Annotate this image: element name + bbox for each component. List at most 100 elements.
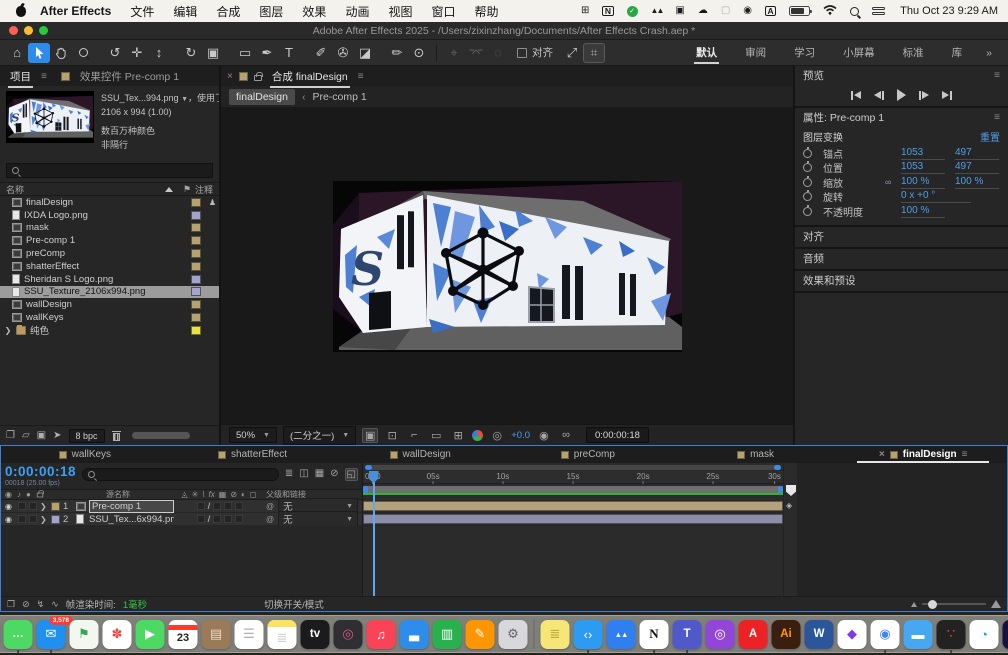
work-area-bar[interactable] [363,486,783,493]
menu-item[interactable]: 帮助 [474,3,498,20]
roto-brush-tool[interactable]: ✏ [386,43,408,63]
label-color-swatch[interactable] [191,249,201,258]
label-color-swatch[interactable] [191,275,201,284]
last-frame-button[interactable] [942,91,952,100]
zoom-in-icon[interactable] [991,600,1001,608]
fx-toggle[interactable] [213,502,221,510]
dolly-camera-tool[interactable]: ↕ [148,43,170,63]
chevron-down-icon[interactable]: ▼ [181,96,188,103]
zoom-slider-knob[interactable] [928,600,937,609]
first-frame-button[interactable] [851,91,861,100]
workspace-tab[interactable]: 审阅 [731,41,780,64]
menu-item[interactable]: 图层 [259,3,283,20]
layer-color-swatch[interactable] [51,502,60,511]
project-item-row[interactable]: ❯ wallKeys ♟ [0,311,219,324]
color-depth-button[interactable]: 8 bpc [69,429,105,443]
pickwhip-icon[interactable]: @ [266,515,274,524]
dock-app-icon[interactable]: A [739,620,768,649]
thumbnail-size-slider[interactable] [132,432,190,439]
label-color-swatch[interactable] [191,326,201,335]
timeline-tab[interactable]: × wallDesign ≡ [336,446,504,463]
wifi-icon[interactable] [823,4,837,18]
tab-project[interactable]: 项目 [6,66,35,87]
label-color-swatch[interactable] [191,236,201,245]
selection-tool[interactable] [28,43,50,63]
motion-blur-toggle[interactable] [224,515,232,523]
label-column-icon[interactable]: ⚑ [183,184,191,195]
dock-app-icon[interactable]: ▥ [433,620,462,649]
preview-title[interactable]: 预览 [803,68,824,83]
graph-icon[interactable]: ∿ [51,599,59,610]
layer-bar-row[interactable] [363,500,783,513]
project-item-row[interactable]: ❯ Pre-comp 1 ♟ [0,234,219,247]
breadcrumb-current[interactable]: finalDesign [229,89,295,105]
expander-icon[interactable]: ❯ [40,502,48,511]
pen-tool[interactable]: ✒ [256,43,278,63]
frame-blending-icon[interactable]: ⊘ [330,468,338,481]
menu-item[interactable]: 视图 [388,3,412,20]
property-value-y[interactable]: 100 % [955,176,999,189]
delete-icon[interactable] [112,431,121,441]
property-value-y[interactable]: 497 [955,161,999,174]
label-color-swatch[interactable] [191,287,201,296]
frame-blending-master-icon[interactable]: ❐ [7,599,15,610]
mountains-icon[interactable]: ▲▲ [651,7,663,15]
record-icon[interactable]: ◉ [743,6,752,16]
layer-bar-row[interactable] [363,513,783,526]
input-source-icon[interactable]: A [765,6,776,17]
zoom-slider[interactable] [922,603,986,605]
panel-lock-icon[interactable] [254,75,262,81]
timeline-tab[interactable]: × finalDesign ≡ [839,446,1007,463]
home-tool[interactable]: ⌂ [6,43,28,63]
project-item-row[interactable]: ❯ mask ♟ [0,222,219,235]
collapsed-panel-header[interactable]: 对齐 [795,227,1008,247]
eye-icon[interactable]: ◉ [5,502,15,511]
workspace-tab[interactable]: 默认 [682,41,731,64]
dock-app-icon[interactable]: … [4,620,33,649]
tab-effect-controls[interactable]: 效果控件 Pre-comp 1 [76,66,183,87]
window-manager-icon[interactable]: ⊞ [581,6,589,16]
view-layout-icon[interactable]: ⊞ [450,429,466,442]
lock-column-icon[interactable] [37,493,43,498]
layer-duration-bar[interactable] [363,501,783,511]
comp-viewport[interactable]: S [221,108,793,424]
stopwatch-icon[interactable] [803,178,812,187]
dock-app-icon[interactable]: ∵ [937,620,966,649]
new-folder-icon[interactable]: ▱ [22,430,30,441]
play-button[interactable] [897,89,906,101]
rectangle-tool[interactable]: ▭ [234,43,256,63]
property-value-y[interactable]: 497 [955,147,999,160]
hand-tool[interactable] [50,43,72,63]
transform-section-label[interactable]: 图层变换 [803,129,843,144]
dock-app-icon[interactable] [534,619,535,649]
comp-marker-bin[interactable] [786,485,796,496]
timeline-tab[interactable]: × mask ≡ [672,446,840,463]
dock-app-icon[interactable]: ◎ [706,620,735,649]
project-item-row[interactable]: ❯ wallDesign ♟ [0,298,219,311]
project-item-row[interactable]: ❯ shatterEffect ♟ [0,260,219,273]
close-window-button[interactable] [9,26,18,35]
mini-flowchart-icon[interactable]: ≣ [285,468,293,481]
fx-toggle[interactable] [213,515,221,523]
project-item-row[interactable]: ❯ Sheridan S Logo.png ♟ [0,273,219,286]
dock-app-icon[interactable]: ☰ [235,620,264,649]
rotation-tool[interactable]: ↻ [180,43,202,63]
dock-app-icon[interactable]: ✉ 3,578 [37,620,66,649]
property-value-x[interactable]: 100 % [901,176,945,189]
project-search-input[interactable] [6,163,213,178]
time-ruler[interactable]: 0:0005s10s15s20s25s30s [363,471,783,484]
expand-icon[interactable]: ⤢ [561,43,583,63]
menubar-clock[interactable]: Thu Oct 23 9:29 AM [900,5,998,17]
spotlight-icon[interactable] [850,7,859,16]
quality-toggle[interactable]: / [208,514,211,525]
magnification-dropdown[interactable]: 50%▼ [229,427,277,443]
dock-app-icon[interactable]: ⚙ [499,620,528,649]
property-value-x[interactable]: 1053 [901,147,945,160]
menu-item[interactable]: 动画 [345,3,369,20]
label-color-swatch[interactable] [191,313,201,322]
dock-app-icon[interactable]: ✎ [466,620,495,649]
audio-column-icon[interactable]: ♪ [17,490,21,499]
choose-grid-icon[interactable]: ▣ [362,428,378,443]
shy-toggle[interactable] [197,515,205,523]
motion-blur-master-icon[interactable]: ⊘ [22,599,30,610]
